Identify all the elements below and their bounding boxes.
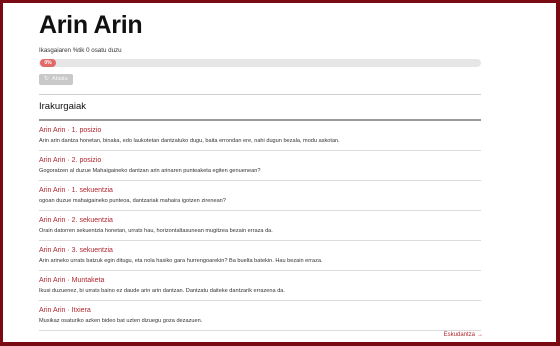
progress-badge: 0%: [40, 59, 56, 67]
item-title-link[interactable]: Arin Arin · Muntaketa: [39, 276, 481, 285]
page-frame: Arin Arin Ikasgaiaren %tik 0 osatu duzu …: [3, 3, 556, 342]
item-title-link[interactable]: Arin Arin · Itxiera: [39, 306, 481, 315]
list-item: Arin Arin · 2. posizio Gogoratzen al duz…: [39, 151, 481, 181]
item-title-link[interactable]: Arin Arin · 1. posizio: [39, 126, 481, 135]
item-title-link[interactable]: Arin Arin · 1. sekuentzia: [39, 186, 481, 195]
item-description: Orain datorren sekuentzia honetan, urrat…: [39, 227, 273, 234]
list-item: Arin Arin · 2. sekuentzia Orain datorren…: [39, 211, 481, 241]
reset-button-label: Abiatu: [52, 76, 68, 82]
progress-text: Ikasgaiaren %tik 0 osatu duzu: [39, 47, 122, 54]
item-title-link[interactable]: Arin Arin · 2. posizio: [39, 156, 481, 165]
item-description: Musikaz osaturiko azken bideo bat uzten …: [39, 317, 203, 324]
item-description: Arin arineko urrats batzuk egin ditugu, …: [39, 257, 323, 264]
progress-bar: 0%: [39, 59, 481, 67]
list-item: Arin Arin · 3. sekuentzia Arin arineko u…: [39, 241, 481, 271]
refresh-icon: ↻: [44, 76, 50, 82]
list-item: Arin Arin · 1. sekuentzia ogoan duzue ma…: [39, 181, 481, 211]
section-title: Irakurgaiak: [39, 101, 86, 112]
item-description: Gogoratzen al duzue Mahaigaineko dantzan…: [39, 167, 261, 174]
footer-link-label: Eskudantza: [443, 332, 475, 338]
page-title: Arin Arin: [39, 11, 143, 39]
arrow-right-icon: →: [477, 332, 483, 338]
item-title-link[interactable]: Arin Arin · 2. sekuentzia: [39, 216, 481, 225]
list-item: Arin Arin · 1. posizio Arin arin dantza …: [39, 121, 481, 151]
footer-next-link[interactable]: Eskudantza →: [444, 331, 483, 339]
list-item: Arin Arin · Itxiera Musikaz osaturiko az…: [39, 301, 481, 331]
main-content: Arin Arin Ikasgaiaren %tik 0 osatu duzu …: [39, 3, 483, 338]
reset-button[interactable]: ↻ Abiatu: [39, 74, 73, 85]
divider: [39, 94, 481, 95]
item-description: Arin arin dantza honetan, binaka, edo la…: [39, 137, 340, 144]
item-description: Ikusi duzuenez, bi urrats baino ez daude…: [39, 287, 285, 294]
item-title-link[interactable]: Arin Arin · 3. sekuentzia: [39, 246, 481, 255]
list-item: Arin Arin · Muntaketa Ikusi duzuenez, bi…: [39, 271, 481, 301]
item-description: ogoan duzue mahaigaineko punteoa, dantza…: [39, 197, 226, 204]
